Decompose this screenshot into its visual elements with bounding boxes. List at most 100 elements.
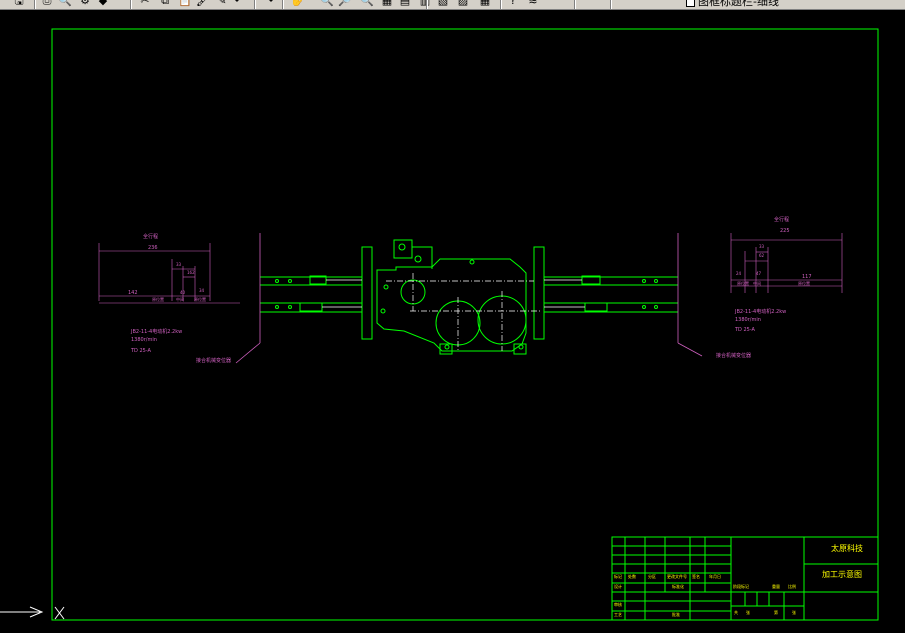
title-block-sheet-total: 共 [734, 610, 738, 615]
ucs-icon [0, 606, 65, 620]
left-dim-142: 142 [128, 290, 138, 296]
layer-color-swatch[interactable] [686, 0, 695, 7]
toolbar-separator [34, 0, 36, 9]
drawing-canvas[interactable]: 全行程 236 33 162 142 40 34 原位置 中间 原位置 JB2-… [0, 11, 905, 633]
title-block-col-change: 更改文件号 [667, 574, 687, 579]
title-block-stage-mark: 阶段标记 [733, 584, 749, 589]
left-travel-label: 全行程 [143, 234, 159, 240]
design-center-icon[interactable]: ▤ [398, 0, 412, 8]
quickcalc-icon[interactable]: ▦ [478, 0, 492, 8]
machine-boundaries [235, 233, 703, 364]
right-dim-33: 33 [759, 244, 765, 249]
title-block-col-date: 年月日 [709, 574, 721, 579]
title-block-school: 太原科技 [831, 544, 863, 553]
left-lower-coupling [299, 302, 323, 312]
left-motor-speed: 1380r/min [131, 337, 157, 343]
left-dimensions [98, 243, 240, 304]
pan-icon[interactable]: ✋ [290, 0, 304, 8]
tool-palettes-icon[interactable]: ▥ [418, 0, 432, 8]
copy-icon[interactable]: ⧉ [158, 0, 172, 8]
layer-dropdown[interactable]: 图框标题栏-细线 [698, 0, 779, 8]
bolt-hole [518, 344, 524, 350]
publish-icon[interactable]: ⚙ [78, 0, 92, 8]
top-motor-mount [393, 239, 413, 259]
title-block-scale: 比例 [788, 584, 796, 589]
title-block-approve: 批准 [672, 612, 680, 617]
title-block-review: 审核 [614, 602, 622, 607]
left-coupling-spec: TD 25-A [131, 348, 151, 354]
cut-icon[interactable]: ✂ [138, 0, 152, 8]
title-block-col-mark: 标记 [614, 574, 622, 579]
plot-icon[interactable]: ⎙ [40, 0, 54, 8]
zoom-realtime-icon[interactable]: 🔍 [320, 0, 334, 8]
title-block-standardize: 标准化 [672, 584, 684, 589]
save-icon[interactable]: 🖫 [12, 0, 26, 8]
title-block-col-zone: 分区 [648, 574, 656, 579]
left-label-origin-a: 原位置 [152, 297, 164, 302]
toolbar-separator [130, 0, 132, 9]
sheet-set-icon[interactable]: ▧ [436, 0, 450, 8]
bolt-hole [469, 259, 475, 265]
title-block-sheet-num: 张 [746, 610, 750, 615]
right-label-origin-b: 原位置 [798, 281, 810, 286]
left-leader-note: 接合机械变位器 [196, 358, 232, 364]
bolt-hole [444, 344, 450, 350]
left-dim-236: 236 [148, 245, 158, 251]
title-block-col-sign: 签名 [692, 574, 700, 579]
zoom-previous-icon[interactable]: 🔍 [360, 0, 374, 8]
zoom-window-icon[interactable]: 🔎 [338, 0, 352, 8]
bolt-hole [383, 284, 389, 290]
markup-icon[interactable]: ▨ [456, 0, 470, 8]
right-travel-label: 全行程 [774, 217, 790, 223]
mount-hole [398, 243, 406, 251]
right-motor-spec: JB2-11-4电动机2.2kw [735, 309, 787, 315]
toolbar-separator [610, 0, 612, 9]
left-flange-plate [361, 246, 373, 340]
title-block-drawing-title: 加工示意图 [822, 570, 862, 579]
right-flange-plate [533, 246, 545, 340]
toolbar-separator [282, 0, 284, 9]
title-block-sheet-unit: 张 [792, 610, 796, 615]
left-dim-33: 33 [176, 262, 182, 267]
3d-dwf-icon[interactable]: ◆ [96, 0, 110, 8]
title-block-design: 设计 [614, 584, 622, 589]
right-dim-62: 62 [759, 253, 765, 258]
toolbar-separator [500, 0, 502, 9]
title-block-weight: 重量 [772, 584, 780, 589]
standard-toolbar: 🖫 ⎙ 🔍 ⚙ ◆ ✂ ⧉ 📋 🖌 ✎ ↶ ↷ ✋ 🔍 🔎 🔍 ▦ ▤ ▥ ▧ ▨ ▦? ≋ 图框标题栏-细线 [0, 0, 905, 10]
block-editor-icon[interactable]: ✎ [215, 0, 229, 8]
plot-preview-icon[interactable]: 🔍 [58, 0, 72, 8]
title-block-sheet-of: 第 [774, 610, 778, 615]
bolt-hole [380, 308, 386, 314]
gearbox-housing [376, 258, 527, 352]
toolbar-separator [254, 0, 256, 9]
right-dim-24: 24 [736, 271, 742, 276]
right-leader-note: 接合机械变位器 [716, 353, 752, 359]
left-dim-40: 40 [180, 290, 186, 295]
paste-icon[interactable]: 📋 [178, 0, 192, 8]
drawing-border [51, 28, 879, 621]
left-motor-spec: JB2-11-4电动机2.2kw [131, 329, 183, 335]
match-properties-icon[interactable]: 🖌 [196, 0, 210, 8]
properties-icon[interactable]: ▦ [380, 0, 394, 8]
right-dim-117: 117 [802, 274, 812, 280]
right-label-mid: 中间 [753, 281, 761, 286]
left-dim-162: 162 [187, 270, 195, 275]
left-label-origin-b: 原位置 [194, 297, 206, 302]
right-dim-225: 225 [780, 228, 790, 234]
title-block-col-count: 处数 [628, 574, 636, 579]
left-dim-34: 34 [199, 288, 205, 293]
title-block-craft: 工艺 [614, 612, 622, 617]
layer-manager-icon[interactable]: ≋ [526, 0, 540, 8]
left-label-mid: 中间 [176, 297, 184, 302]
drawing-svg [0, 28, 879, 621]
undo-icon[interactable]: ↶ [232, 0, 246, 8]
right-dim-47: 47 [756, 271, 762, 276]
help-icon[interactable]: ? [506, 0, 520, 8]
toolbar-separator [574, 0, 576, 9]
redo-icon[interactable]: ↷ [262, 0, 276, 8]
gearbox-assembly [361, 239, 545, 355]
right-lower-coupling [584, 302, 608, 312]
toolbar-separator [426, 0, 428, 9]
right-label-origin-a: 原位置 [737, 281, 749, 286]
